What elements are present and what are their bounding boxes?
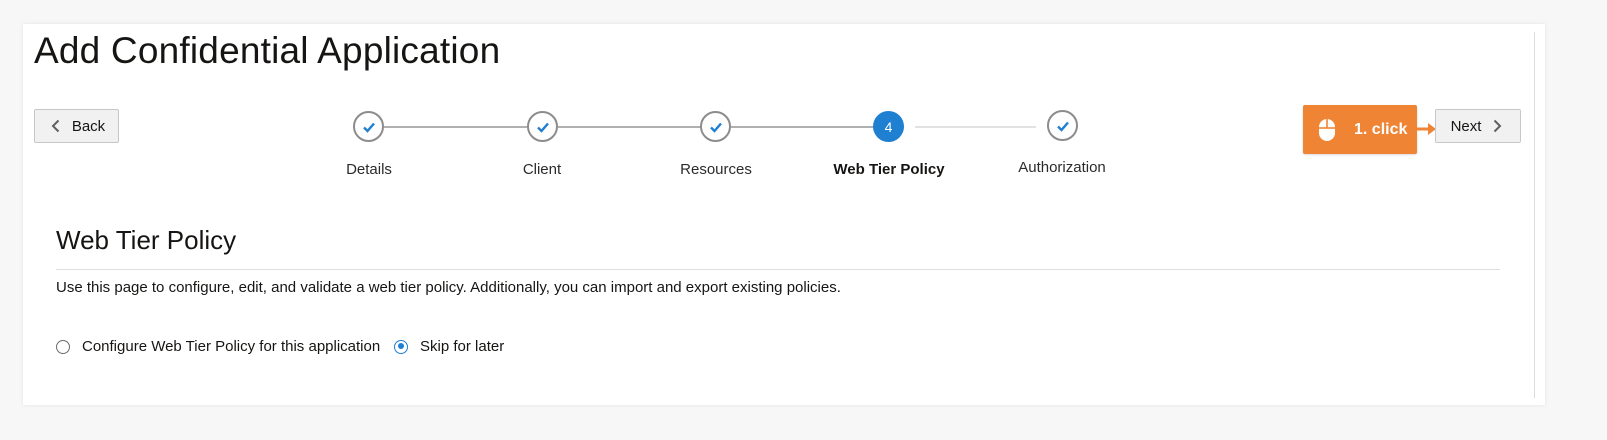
check-icon — [709, 122, 722, 133]
radio-configure-label[interactable]: Configure Web Tier Policy for this appli… — [82, 338, 380, 355]
train-connector — [731, 126, 874, 128]
callout-label: 1. click — [1354, 120, 1408, 138]
section-divider — [56, 269, 1500, 270]
train-label-web-tier-policy[interactable]: Web Tier Policy — [809, 161, 969, 178]
click-callout: 1. click — [1303, 105, 1417, 154]
train-label-client[interactable]: Client — [462, 161, 622, 178]
progress-train: Details Client Resources 4 Web Tier Poli… — [0, 0, 1607, 200]
radio-skip[interactable] — [394, 339, 408, 354]
train-stop-details[interactable] — [353, 111, 384, 142]
radio-skip-label[interactable]: Skip for later — [420, 338, 504, 355]
radio-configure-option[interactable]: Configure Web Tier Policy for this appli… — [56, 338, 380, 355]
check-icon — [362, 122, 375, 133]
check-icon — [1056, 121, 1069, 132]
train-connector — [384, 126, 527, 128]
train-label-authorization[interactable]: Authorization — [982, 159, 1142, 176]
train-stop-resources[interactable] — [700, 111, 731, 142]
train-stop-client[interactable] — [527, 111, 558, 142]
radio-skip-option[interactable]: Skip for later — [394, 338, 504, 355]
section-description: Use this page to configure, edit, and va… — [56, 279, 841, 296]
chevron-right-icon — [1494, 119, 1502, 133]
section-title: Web Tier Policy — [56, 225, 237, 255]
next-button[interactable]: Next — [1435, 109, 1521, 143]
train-connector — [558, 126, 701, 128]
next-button-label: Next — [1450, 117, 1482, 135]
radio-configure[interactable] — [56, 339, 70, 354]
train-stop-web-tier-policy[interactable]: 4 — [873, 111, 904, 142]
mouse-icon — [1319, 118, 1335, 141]
step-number: 4 — [884, 118, 893, 135]
train-label-details[interactable]: Details — [289, 161, 449, 178]
train-stop-authorization[interactable] — [1047, 110, 1078, 141]
train-connector — [915, 126, 1036, 128]
check-icon — [536, 122, 549, 133]
train-label-resources[interactable]: Resources — [636, 161, 796, 178]
